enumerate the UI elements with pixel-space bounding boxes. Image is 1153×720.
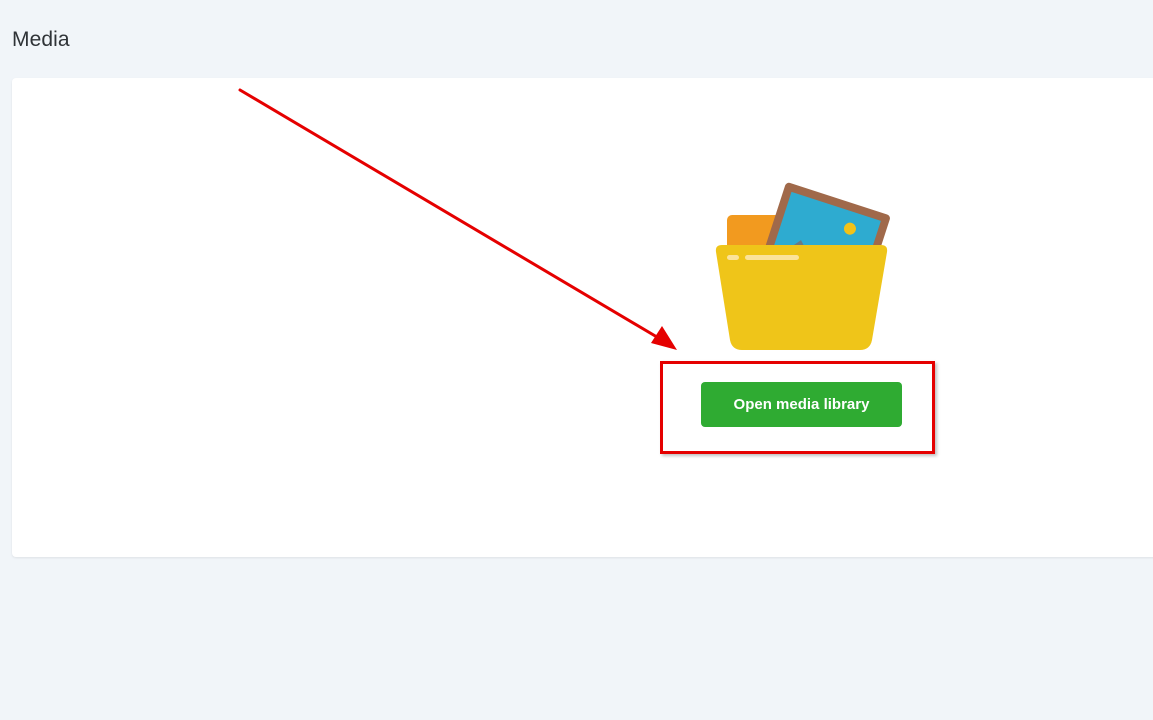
folder-with-picture-icon [715,182,890,350]
open-media-library-button[interactable]: Open media library [701,382,902,427]
media-card [12,78,1153,557]
page-title: Media [12,28,70,51]
media-page: Media Open media library [0,0,1153,720]
